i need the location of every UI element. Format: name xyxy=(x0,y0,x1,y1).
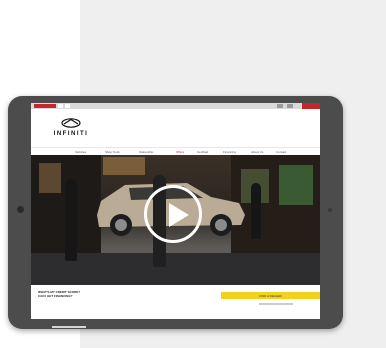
camera-dot xyxy=(328,208,332,212)
play-button[interactable] xyxy=(144,185,202,243)
website-screen: INFINITI Vehicles Shop Tools Ownership O… xyxy=(31,103,320,319)
storefront-window xyxy=(39,163,61,193)
person-figure xyxy=(251,183,261,239)
hero-video[interactable] xyxy=(31,155,320,285)
brand-name: INFINITI xyxy=(53,131,89,137)
utility-red-tab[interactable] xyxy=(34,104,56,108)
promo-strip: WHAT'S MY CREDIT SCORE? CAN I GET FINANC… xyxy=(31,285,320,319)
nav-item-vehicles[interactable]: Vehicles xyxy=(75,150,86,154)
nav-item-certified[interactable]: Certified xyxy=(197,150,208,154)
home-button xyxy=(17,206,24,213)
scroll-indicator xyxy=(52,326,86,328)
tablet-device: INFINITI Vehicles Shop Tools Ownership O… xyxy=(8,96,343,329)
nav-item-offers[interactable]: Offers xyxy=(176,150,184,154)
utility-link[interactable] xyxy=(277,104,283,108)
cta-label: FIND A DEALER xyxy=(259,294,282,298)
storefront-window xyxy=(103,157,145,175)
utility-square[interactable] xyxy=(65,104,70,108)
nav-item-shop-tools[interactable]: Shop Tools xyxy=(105,150,120,154)
find-dealer-button[interactable]: FIND A DEALER xyxy=(221,292,320,299)
promo-line-2: CAN I GET FINANCING? xyxy=(38,294,73,298)
promo-text: WHAT'S MY CREDIT SCORE? CAN I GET FINANC… xyxy=(38,290,80,298)
secondary-link[interactable] xyxy=(259,303,293,305)
brand-logo[interactable]: INFINITI xyxy=(51,118,91,142)
storefront-window xyxy=(279,165,313,205)
person-figure xyxy=(65,179,77,261)
utility-square[interactable] xyxy=(58,104,63,108)
nav-item-financing[interactable]: Financing xyxy=(223,150,236,154)
nav-item-contact[interactable]: Contact xyxy=(276,150,286,154)
play-icon xyxy=(169,203,189,227)
utility-link[interactable] xyxy=(287,104,293,108)
utility-bar xyxy=(31,103,320,109)
nav-item-ownership[interactable]: Ownership xyxy=(139,150,153,154)
nav-item-about-us[interactable]: About Us xyxy=(251,150,263,154)
utility-red-button[interactable] xyxy=(302,103,320,109)
infiniti-logo-icon xyxy=(61,118,81,128)
